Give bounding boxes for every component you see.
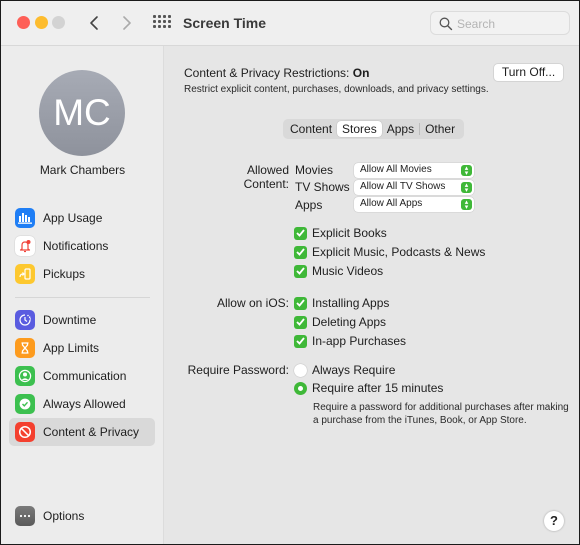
tv-shows-popup[interactable]: Allow All TV Shows ▴ ▾ (354, 180, 474, 195)
person-circle-icon (15, 366, 35, 386)
tv-shows-popup-value: Allow All TV Shows (360, 181, 446, 192)
checkbox-label: Deleting Apps (312, 315, 387, 329)
checkbox-label: Music Videos (312, 264, 384, 278)
checkmark-icon (294, 296, 307, 310)
checkmark-icon (294, 315, 307, 329)
pickup-phone-icon (15, 264, 35, 284)
installing-apps-checkbox[interactable]: Installing Apps (294, 295, 389, 311)
content-pane: Content & Privacy Restrictions: On Restr… (165, 46, 579, 544)
hourglass-icon (15, 338, 35, 358)
sidebar: MC Mark Chambers App Usage Notifications… (1, 46, 164, 544)
help-button[interactable]: ? (544, 511, 564, 531)
forward-button[interactable] (117, 11, 137, 35)
avatar[interactable]: MC (39, 70, 125, 156)
allow-on-ios-label: Allow on iOS: (216, 296, 289, 310)
movies-popup-value: Allow All Movies (360, 164, 432, 175)
tab-bar: Content Stores Apps Other (283, 119, 464, 139)
explicit-books-checkbox[interactable]: Explicit Books (294, 225, 387, 241)
checkmark-icon (294, 226, 307, 240)
chevron-right-icon (123, 16, 131, 30)
screen-time-window: Screen Time MC Mark Chambers App Usage N… (0, 0, 580, 545)
checkmark-seal-icon (15, 394, 35, 414)
sidebar-item-communication[interactable]: Communication (9, 362, 155, 390)
restrictions-status: Content & Privacy Restrictions: On (184, 66, 369, 80)
sidebar-item-app-limits[interactable]: App Limits (9, 334, 155, 362)
require-password-label: Require Password: (187, 363, 289, 377)
tab-other[interactable]: Other (420, 121, 460, 137)
minimize-window-button[interactable] (35, 16, 48, 29)
search-input[interactable] (457, 15, 565, 32)
window-title: Screen Time (183, 15, 267, 31)
sidebar-item-pickups[interactable]: Pickups (9, 260, 155, 288)
checkbox-label: In-app Purchases (312, 334, 407, 348)
sidebar-item-app-usage[interactable]: App Usage (9, 204, 155, 232)
sidebar-item-label: Communication (43, 369, 127, 383)
deleting-apps-checkbox[interactable]: Deleting Apps (294, 314, 386, 330)
search-icon (439, 17, 453, 31)
more-options-icon (15, 506, 35, 526)
title-bar: Screen Time (1, 1, 579, 46)
checkmark-icon (294, 334, 307, 348)
radio-label: Require after 15 minutes (312, 381, 444, 395)
in-app-purchases-checkbox[interactable]: In-app Purchases (294, 333, 406, 349)
restrictions-state: On (352, 66, 370, 80)
sidebar-item-notifications[interactable]: Notifications (9, 232, 155, 260)
tab-stores[interactable]: Stores (337, 121, 382, 137)
checkbox-label: Explicit Books (312, 226, 387, 240)
up-down-chevron-icon: ▴ ▾ (461, 182, 472, 194)
search-field[interactable] (430, 11, 570, 35)
zoom-window-button[interactable] (52, 16, 65, 29)
sidebar-item-label: App Usage (43, 211, 103, 225)
radio-selected-icon (294, 381, 307, 395)
prohibited-icon (15, 422, 35, 442)
sidebar-item-label: App Limits (43, 341, 100, 355)
checkbox-label: Installing Apps (312, 296, 390, 310)
apps-label: Apps (295, 198, 323, 212)
up-down-chevron-icon: ▴ ▾ (461, 165, 472, 177)
checkbox-label: Explicit Music, Podcasts & News (312, 245, 486, 259)
close-window-button[interactable] (17, 16, 30, 29)
movies-popup[interactable]: Allow All Movies ▴ ▾ (354, 163, 474, 178)
require-after-15-radio[interactable]: Require after 15 minutes (294, 380, 443, 396)
explicit-music-checkbox[interactable]: Explicit Music, Podcasts & News (294, 244, 485, 260)
sidebar-divider (15, 297, 150, 298)
always-require-radio[interactable]: Always Require (294, 362, 395, 378)
tab-apps[interactable]: Apps (382, 121, 419, 137)
bell-icon (15, 236, 35, 256)
tab-content[interactable]: Content (285, 121, 337, 137)
sidebar-item-always-allowed[interactable]: Always Allowed (9, 390, 155, 418)
restrictions-description: Restrict explicit content, purchases, do… (184, 84, 489, 95)
bar-chart-icon (15, 208, 35, 228)
up-down-chevron-icon: ▴ ▾ (461, 199, 472, 211)
apps-popup-value: Allow All Apps (360, 198, 423, 209)
apps-popup[interactable]: Allow All Apps ▴ ▾ (354, 197, 474, 212)
sidebar-item-label: Notifications (43, 239, 109, 253)
downtime-icon (15, 310, 35, 330)
sidebar-item-label: Pickups (43, 267, 86, 281)
chevron-left-icon (90, 16, 98, 30)
restrictions-label: Content & Privacy Restrictions: (184, 66, 350, 80)
radio-unselected-icon (294, 363, 307, 377)
tv-shows-label: TV Shows (295, 180, 350, 194)
music-videos-checkbox[interactable]: Music Videos (294, 263, 383, 279)
sidebar-item-label: Downtime (43, 313, 97, 327)
sidebar-item-downtime[interactable]: Downtime (9, 306, 155, 334)
checkmark-icon (294, 264, 307, 278)
sidebar-item-content-privacy[interactable]: Content & Privacy (9, 418, 155, 446)
checkmark-icon (294, 245, 307, 259)
sidebar-item-label: Always Allowed (43, 397, 126, 411)
show-all-grid-icon[interactable] (153, 15, 171, 31)
sidebar-item-options[interactable]: Options (9, 502, 155, 530)
sidebar-item-label: Options (43, 509, 85, 523)
turn-off-button[interactable]: Turn Off... (493, 63, 564, 82)
back-button[interactable] (85, 11, 105, 35)
allowed-content-label: Allowed Content: (243, 163, 289, 191)
radio-label: Always Require (312, 363, 396, 377)
movies-label: Movies (295, 163, 334, 177)
password-description: Require a password for additional purcha… (313, 402, 569, 426)
sidebar-item-label: Content & Privacy (43, 425, 140, 439)
user-name: Mark Chambers (39, 163, 126, 177)
